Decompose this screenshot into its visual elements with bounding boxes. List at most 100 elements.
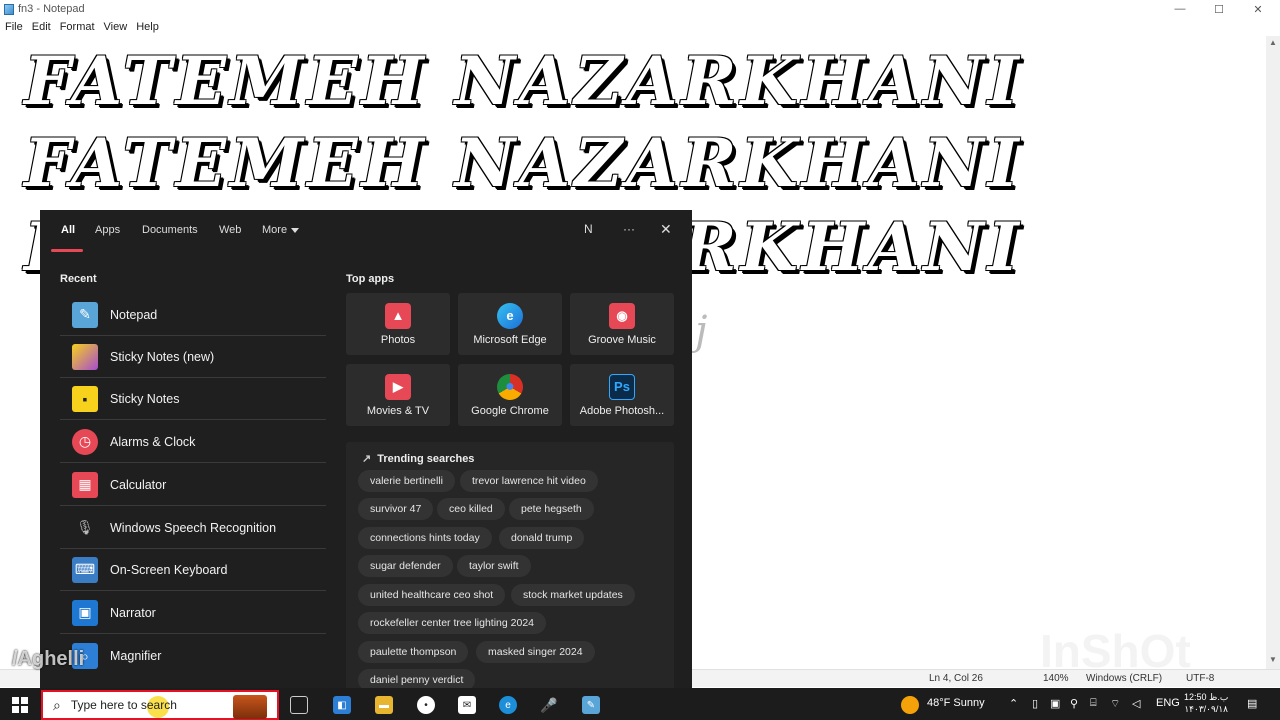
vertical-scrollbar[interactable]: ▲ ▼ bbox=[1266, 36, 1280, 669]
account-avatar[interactable]: N bbox=[584, 222, 593, 236]
menu-file[interactable]: File bbox=[5, 21, 23, 33]
movies-tv-icon: ▶ bbox=[385, 373, 411, 400]
top-app-photoshop[interactable]: Ps Adobe Photosh... bbox=[570, 364, 674, 426]
calculator-icon: ▦ bbox=[72, 471, 98, 498]
recent-item-on-screen-keyboard[interactable]: ⌨ On-Screen Keyboard bbox=[60, 549, 326, 591]
search-tabs: All Apps Documents Web More N ··· ✕ bbox=[40, 210, 692, 254]
close-flyout-icon[interactable]: ✕ bbox=[660, 221, 672, 238]
scroll-down-icon[interactable]: ▼ bbox=[1269, 655, 1277, 664]
title-bar: fn3 - Notepad — ☐ ✕ bbox=[0, 0, 1280, 18]
recent-item-alarms-clock[interactable]: ◷ Alarms & Clock bbox=[60, 421, 326, 463]
windows-start-icon[interactable] bbox=[12, 697, 28, 713]
trending-chip[interactable]: connections hints today bbox=[358, 527, 492, 549]
minimize-button[interactable]: — bbox=[1160, 0, 1200, 18]
close-button[interactable]: ✕ bbox=[1238, 0, 1278, 18]
menu-bar: File Edit Format View Help bbox=[0, 18, 1280, 36]
partial-text: j bbox=[695, 308, 708, 354]
menu-help[interactable]: Help bbox=[136, 21, 159, 33]
edge-icon: e bbox=[497, 302, 523, 329]
tab-more-label: More bbox=[262, 224, 288, 236]
maximize-button[interactable]: ☐ bbox=[1199, 0, 1239, 18]
trending-chip[interactable]: taylor swift bbox=[457, 555, 531, 577]
language-indicator[interactable]: ENG bbox=[1156, 697, 1180, 709]
weather-icon[interactable] bbox=[901, 696, 919, 714]
file-explorer-icon[interactable]: ▬ bbox=[375, 696, 393, 714]
top-app-label: Adobe Photosh... bbox=[579, 404, 665, 417]
scroll-up-icon[interactable]: ▲ bbox=[1269, 38, 1277, 47]
notifications-icon[interactable]: ▤ bbox=[1247, 697, 1257, 710]
alarm-clock-icon: ◷ bbox=[72, 428, 98, 455]
trending-chip[interactable]: survivor 47 bbox=[358, 498, 434, 520]
recent-item-calculator[interactable]: ▦ Calculator bbox=[60, 464, 326, 506]
more-options-icon[interactable]: ··· bbox=[623, 222, 635, 236]
menu-edit[interactable]: Edit bbox=[32, 21, 51, 33]
top-app-photos[interactable]: ▲ Photos bbox=[346, 293, 450, 355]
wifi-icon[interactable]: ⌔ bbox=[1110, 697, 1120, 711]
text-line: FATEMEH NAZARKHANI bbox=[24, 42, 1023, 120]
notepad-icon: ✎ bbox=[72, 301, 98, 328]
text-line: FATEMEH NAZARKHANI bbox=[24, 124, 1023, 202]
top-app-chrome[interactable]: ● Google Chrome bbox=[458, 364, 562, 426]
tab-web[interactable]: Web bbox=[219, 224, 241, 236]
search-flyout: All Apps Documents Web More N ··· ✕ Rece… bbox=[40, 210, 692, 688]
device-icon[interactable]: ▣ bbox=[1050, 697, 1060, 710]
top-app-edge[interactable]: e Microsoft Edge bbox=[458, 293, 562, 355]
sticky-notes-icon bbox=[72, 343, 98, 370]
clock[interactable]: 12:50 ب.ظ ۱۴۰۳/۰۹/۱۸ bbox=[1184, 691, 1228, 715]
usb-icon[interactable]: ⚲ bbox=[1070, 697, 1078, 710]
groove-music-icon: ◉ bbox=[609, 302, 635, 329]
recent-heading: Recent bbox=[60, 273, 97, 285]
weather-text[interactable]: 48°F Sunny bbox=[927, 697, 985, 709]
recent-item-label: On-Screen Keyboard bbox=[110, 562, 228, 577]
recent-item-sticky-notes[interactable]: ▪ Sticky Notes bbox=[60, 378, 326, 420]
tab-more[interactable]: More bbox=[262, 224, 300, 236]
top-app-label: Groove Music bbox=[588, 333, 656, 346]
tab-apps[interactable]: Apps bbox=[95, 224, 120, 236]
taskbar-search-input[interactable]: ⌕ Type here to search bbox=[41, 690, 279, 720]
microphone-icon: 🎙 bbox=[76, 519, 94, 535]
task-view-icon[interactable] bbox=[290, 696, 308, 714]
sticky-notes-icon: ▪ bbox=[72, 385, 98, 412]
trending-chip[interactable]: paulette thompson bbox=[358, 641, 469, 663]
trending-chip[interactable]: sugar defender bbox=[358, 555, 453, 577]
trending-chip[interactable]: united healthcare ceo shot bbox=[358, 584, 506, 606]
trending-chip[interactable]: pete hegseth bbox=[509, 498, 594, 520]
menu-view[interactable]: View bbox=[104, 21, 128, 33]
edge-icon[interactable]: e bbox=[499, 696, 517, 714]
trending-arrow-icon: ↗ bbox=[362, 453, 372, 465]
recent-item-magnifier[interactable]: ⌕ Magnifier bbox=[60, 635, 326, 677]
trending-chip[interactable]: rockefeller center tree lighting 2024 bbox=[358, 612, 547, 634]
recent-item-narrator[interactable]: ▣ Narrator bbox=[60, 592, 326, 634]
microphone-icon[interactable]: 🎤 bbox=[540, 696, 558, 714]
top-app-label: Photos bbox=[380, 333, 416, 346]
top-app-movies-tv[interactable]: ▶ Movies & TV bbox=[346, 364, 450, 426]
top-app-groove-music[interactable]: ◉ Groove Music bbox=[570, 293, 674, 355]
volume-icon[interactable]: ◁ bbox=[1132, 697, 1140, 710]
tab-all[interactable]: All bbox=[61, 224, 75, 236]
recent-item-notepad[interactable]: ✎ Notepad bbox=[60, 294, 326, 336]
trending-chip[interactable]: donald trump bbox=[499, 527, 585, 549]
narrator-icon: ▣ bbox=[72, 599, 98, 626]
trending-chip[interactable]: trevor lawrence hit video bbox=[460, 470, 598, 492]
trending-chip[interactable]: valerie bertinelli bbox=[358, 470, 455, 492]
network-icon[interactable]: ⌸ bbox=[1090, 697, 1097, 710]
recent-item-sticky-notes-new[interactable]: Sticky Notes (new) bbox=[60, 336, 326, 378]
show-hidden-icons-icon[interactable]: ⌃ bbox=[1009, 697, 1018, 710]
tab-documents[interactable]: Documents bbox=[142, 224, 198, 236]
search-placeholder: Type here to search bbox=[70, 698, 177, 712]
battery-icon[interactable]: ▯ bbox=[1032, 697, 1038, 710]
media-player-icon[interactable]: • bbox=[417, 696, 435, 714]
recent-item-label: Notepad bbox=[110, 307, 158, 322]
trending-chip[interactable]: daniel penny verdict bbox=[358, 669, 476, 688]
trending-chip[interactable]: masked singer 2024 bbox=[476, 641, 595, 663]
window-title: fn3 - Notepad bbox=[18, 3, 85, 15]
menu-format[interactable]: Format bbox=[60, 21, 95, 33]
recent-item-speech-recognition[interactable]: 🎙 Windows Speech Recognition bbox=[60, 507, 326, 549]
trending-chip[interactable]: ceo killed bbox=[437, 498, 505, 520]
trending-chip[interactable]: stock market updates bbox=[511, 584, 635, 606]
store-icon[interactable]: ◧ bbox=[333, 696, 351, 714]
notepad-icon[interactable]: ✎ bbox=[582, 696, 600, 714]
top-app-label: Microsoft Edge bbox=[473, 333, 547, 346]
photoshop-icon: Ps bbox=[609, 373, 635, 400]
mail-icon[interactable]: ✉ bbox=[458, 696, 476, 714]
